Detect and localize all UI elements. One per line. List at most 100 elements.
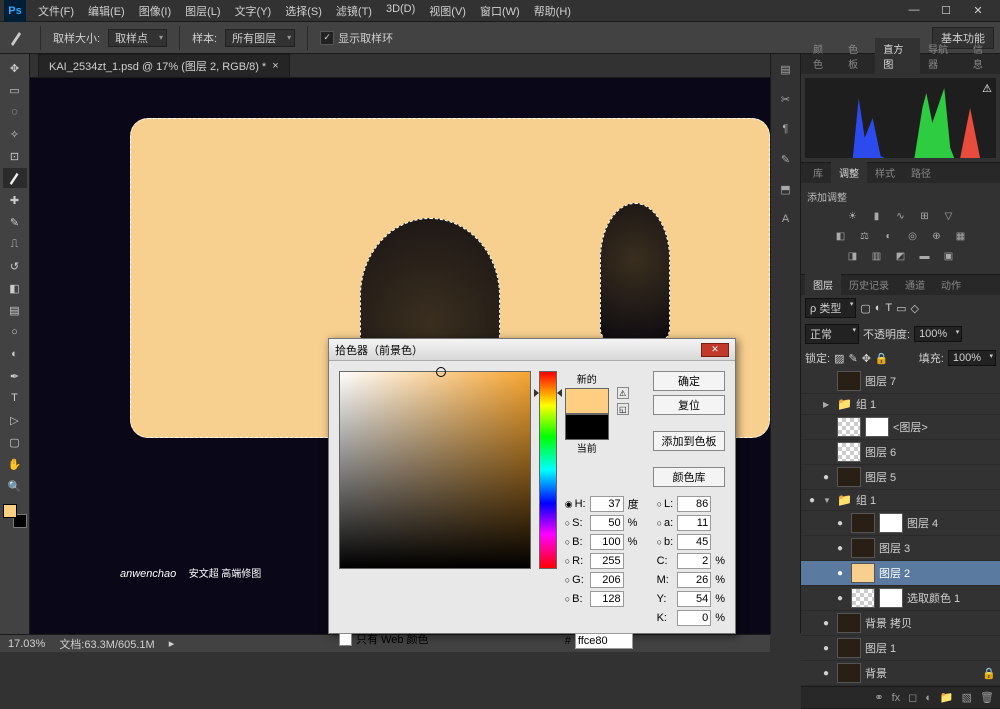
color-libraries-button[interactable]: 颜色库 <box>653 467 725 487</box>
l-radio[interactable]: L: <box>657 498 674 510</box>
menu-layer[interactable]: 图层(L) <box>179 1 226 21</box>
hue-slider[interactable] <box>539 371 557 569</box>
tab-histogram[interactable]: 直方图 <box>875 38 920 74</box>
lock-pixels-icon[interactable]: ✎ <box>848 352 857 365</box>
g-field[interactable] <box>590 572 624 588</box>
menu-filter[interactable]: 滤镜(T) <box>330 1 378 21</box>
twist-icon[interactable]: ▶ <box>823 400 833 409</box>
layer-name[interactable]: 图层 6 <box>865 444 896 460</box>
menu-help[interactable]: 帮助(H) <box>528 1 577 21</box>
layer-name[interactable]: 组 1 <box>856 492 876 508</box>
adj-photo-filter-icon[interactable]: ◎ <box>904 228 922 244</box>
k-field[interactable] <box>677 610 711 626</box>
close-tab-icon[interactable]: × <box>272 60 278 72</box>
bv-field[interactable] <box>590 534 624 550</box>
layer-name[interactable]: 图层 3 <box>879 540 910 556</box>
opacity-field[interactable]: 100% <box>914 326 962 342</box>
dodge-tool[interactable]: ◐ <box>3 344 27 364</box>
show-sampling-ring-checkbox[interactable]: 显示取样环 <box>320 30 393 46</box>
foreground-swatch[interactable] <box>3 504 17 518</box>
layer-row[interactable]: 图层 6 <box>801 440 1000 465</box>
color-picker-titlebar[interactable]: 拾色器（前景色） ✕ <box>329 339 735 361</box>
layer-thumbnail[interactable] <box>837 663 861 683</box>
visibility-toggle[interactable]: ● <box>833 518 847 529</box>
path-selection-tool[interactable]: ▷ <box>3 410 27 430</box>
layer-thumbnail[interactable] <box>837 613 861 633</box>
ok-button[interactable]: 确定 <box>653 371 725 391</box>
menu-window[interactable]: 窗口(W) <box>474 1 526 21</box>
hex-field[interactable] <box>575 633 633 649</box>
mask-thumbnail[interactable] <box>879 513 903 533</box>
adj-vibrance-icon[interactable]: ▽ <box>940 208 958 224</box>
twist-icon[interactable]: ▼ <box>823 496 833 505</box>
r-radio[interactable]: R: <box>565 555 586 567</box>
visibility-toggle[interactable]: ● <box>819 618 833 629</box>
layer-style-icon[interactable]: fx <box>892 692 901 704</box>
magic-wand-tool[interactable]: ✧ <box>3 124 27 144</box>
layer-thumbnail[interactable] <box>837 442 861 462</box>
tab-adjustments[interactable]: 调整 <box>831 162 867 183</box>
cancel-button[interactable]: 复位 <box>653 395 725 415</box>
adj-posterize-icon[interactable]: ▥ <box>868 248 886 264</box>
visibility-toggle[interactable]: ● <box>833 568 847 579</box>
layer-thumbnail[interactable] <box>837 371 861 391</box>
layer-mask-icon[interactable]: ◻ <box>908 691 917 704</box>
tab-styles[interactable]: 样式 <box>867 162 903 183</box>
filter-shape-icon[interactable]: ▭ <box>896 302 906 315</box>
blur-tool[interactable]: ○ <box>3 322 27 342</box>
shape-tool[interactable]: ▢ <box>3 432 27 452</box>
tab-channels[interactable]: 通道 <box>897 274 933 295</box>
tab-swatches[interactable]: 色板 <box>840 38 875 74</box>
gamut-warning-icon[interactable]: ⚠ <box>617 387 629 399</box>
adj-bw-icon[interactable]: ◐ <box>880 228 898 244</box>
tab-history[interactable]: 历史记录 <box>841 274 897 295</box>
filter-smart-icon[interactable]: ◇ <box>911 302 919 315</box>
marquee-tool[interactable]: ▭ <box>3 80 27 100</box>
tab-info[interactable]: 信息 <box>965 38 1000 74</box>
layer-list[interactable]: 图层 7▶组 1<图层>图层 6●图层 5●▼组 1●图层 4●图层 3●图层 … <box>801 369 1000 686</box>
layer-name[interactable]: <图层> <box>893 419 928 435</box>
brush-tool[interactable]: ✎ <box>3 212 27 232</box>
zoom-tool[interactable]: 🔍 <box>3 476 27 496</box>
mask-thumbnail[interactable] <box>879 588 903 608</box>
filter-adjust-icon[interactable]: ◐ <box>875 302 882 314</box>
layer-row[interactable]: <图层> <box>801 415 1000 440</box>
add-swatch-button[interactable]: 添加到色板 <box>653 431 725 451</box>
tab-libraries[interactable]: 库 <box>805 162 831 183</box>
visibility-toggle[interactable]: ● <box>819 668 833 679</box>
r-field[interactable] <box>590 553 624 569</box>
layer-row[interactable]: ●图层 3 <box>801 536 1000 561</box>
adj-balance-icon[interactable]: ⚖ <box>856 228 874 244</box>
visibility-toggle[interactable]: ● <box>833 593 847 604</box>
m-field[interactable] <box>677 572 711 588</box>
type-tool[interactable]: T <box>3 388 27 408</box>
adj-channel-mixer-icon[interactable]: ⊕ <box>928 228 946 244</box>
adj-gradient-map-icon[interactable]: ▬ <box>916 248 934 264</box>
lasso-tool[interactable]: ◌ <box>3 102 27 122</box>
menu-image[interactable]: 图像(I) <box>133 1 177 21</box>
a-field[interactable] <box>677 515 711 531</box>
b2-radio[interactable]: B: <box>565 593 586 605</box>
move-tool[interactable]: ✥ <box>3 58 27 78</box>
dock-icon[interactable]: ¶ <box>777 120 795 138</box>
layer-row[interactable]: ●背景🔒 <box>801 661 1000 686</box>
s-field[interactable] <box>590 515 624 531</box>
layer-thumbnail[interactable] <box>851 588 875 608</box>
a-radio[interactable]: a: <box>657 517 674 529</box>
adj-lookup-icon[interactable]: ▦ <box>952 228 970 244</box>
websafe-icon[interactable]: ◱ <box>617 403 629 415</box>
lab-b-field[interactable] <box>677 534 711 550</box>
gradient-tool[interactable]: ▤ <box>3 300 27 320</box>
menu-select[interactable]: 选择(S) <box>279 1 328 21</box>
web-colors-checkbox[interactable]: 只有 Web 颜色 <box>339 631 429 647</box>
l-field[interactable] <box>677 496 711 512</box>
close-button[interactable]: ✕ <box>966 4 990 17</box>
color-field[interactable] <box>339 371 531 569</box>
adj-selective-color-icon[interactable]: ▣ <box>940 248 958 264</box>
dock-icon[interactable]: ▤ <box>777 60 795 78</box>
color-field-marker[interactable] <box>436 367 446 377</box>
lock-transparency-icon[interactable]: ▨ <box>834 352 844 365</box>
blend-mode-dropdown[interactable]: 正常 <box>805 324 859 344</box>
eraser-tool[interactable]: ◧ <box>3 278 27 298</box>
layer-row[interactable]: ▶组 1 <box>801 394 1000 415</box>
